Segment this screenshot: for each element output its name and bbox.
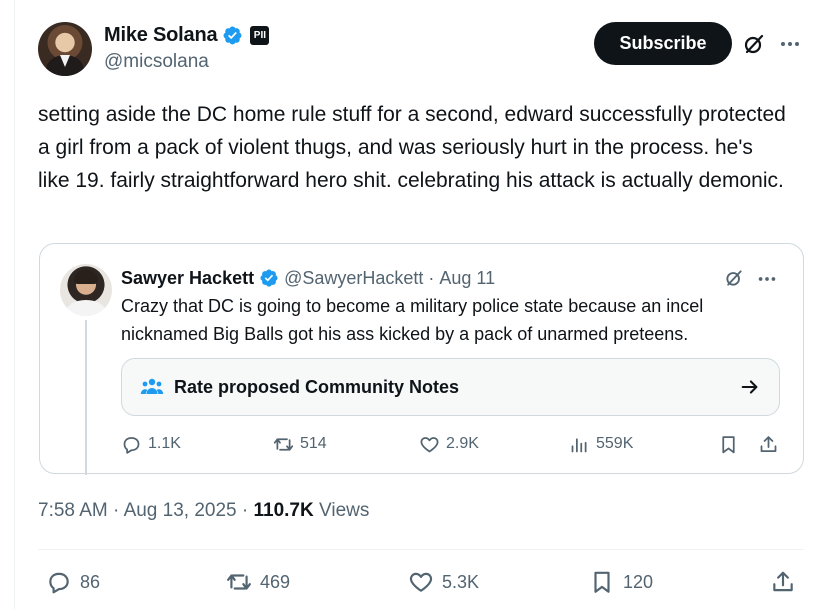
quote-grok-icon[interactable] bbox=[724, 268, 744, 288]
thread-line bbox=[85, 320, 87, 475]
people-icon bbox=[140, 378, 164, 394]
divider bbox=[38, 549, 804, 550]
tweet-timestamp: 7:58 AM · Aug 13, 2025 · 110.7K Views bbox=[38, 500, 369, 522]
share-icon bbox=[773, 571, 793, 592]
arrow-right-icon bbox=[741, 380, 758, 394]
author-name-row: Mike Solana PII bbox=[104, 22, 270, 48]
reply-icon bbox=[123, 436, 140, 454]
quote-reply-count: 1.1K bbox=[148, 435, 181, 452]
like-count: 5.3K bbox=[442, 571, 480, 592]
author-avatar[interactable] bbox=[38, 22, 92, 76]
reply-button[interactable]: 86 bbox=[46, 566, 100, 598]
heart-icon bbox=[409, 572, 433, 592]
quote-repost-count: 514 bbox=[300, 435, 327, 452]
bookmark-count: 120 bbox=[623, 571, 654, 592]
views-icon bbox=[571, 437, 587, 452]
tweet-text: setting aside the DC home rule stuff for… bbox=[38, 103, 786, 192]
quote-text: Crazy that DC is going to become a milit… bbox=[121, 296, 704, 344]
affiliation-badge[interactable]: PII bbox=[250, 25, 270, 45]
timestamp-separator-2: · bbox=[241, 500, 249, 521]
bookmark-icon bbox=[722, 435, 735, 453]
tweet-time[interactable]: 7:58 AM bbox=[38, 500, 108, 521]
reply-count: 86 bbox=[80, 571, 101, 592]
quote-like-count: 2.9K bbox=[446, 435, 479, 452]
quote-verified-badge-icon[interactable] bbox=[259, 268, 279, 288]
bookmark-button[interactable]: 120 bbox=[589, 566, 653, 598]
timestamp-separator: · bbox=[113, 500, 120, 521]
quote-reply-button[interactable]: 1.1K bbox=[121, 430, 181, 458]
quote-separator: · bbox=[428, 267, 435, 288]
heart-icon bbox=[420, 436, 439, 452]
quote-header: Sawyer Hackett @SawyerHackett · Aug 11 bbox=[121, 266, 495, 290]
quote-bookmark-button[interactable] bbox=[718, 430, 739, 458]
reply-icon bbox=[49, 572, 69, 594]
left-border bbox=[14, 0, 15, 609]
share-button[interactable] bbox=[770, 566, 796, 598]
repost-icon bbox=[273, 437, 294, 451]
more-icon[interactable] bbox=[778, 32, 802, 56]
repost-count: 469 bbox=[260, 571, 291, 592]
quote-author-avatar[interactable] bbox=[60, 264, 112, 316]
quote-more-icon[interactable] bbox=[756, 268, 778, 290]
like-button[interactable]: 5.3K bbox=[408, 566, 479, 598]
verified-badge-icon[interactable] bbox=[222, 25, 243, 46]
community-notes-label: Rate proposed Community Notes bbox=[174, 376, 460, 397]
quote-display-name[interactable]: Sawyer Hackett bbox=[121, 268, 254, 289]
quote-repost-button[interactable]: 514 bbox=[273, 430, 327, 458]
bookmark-icon bbox=[594, 571, 610, 593]
quote-views-button[interactable]: 559K bbox=[569, 430, 633, 458]
share-icon bbox=[760, 435, 777, 452]
quote-action-bar: 1.1K 514 2.9K 559K bbox=[121, 430, 781, 458]
views-label: Views bbox=[319, 500, 370, 521]
repost-icon bbox=[227, 574, 251, 590]
quote-share-button[interactable] bbox=[758, 430, 779, 458]
quoted-tweet[interactable]: Sawyer Hackett @SawyerHackett · Aug 11 C… bbox=[39, 243, 804, 475]
quote-handle[interactable]: @SawyerHackett bbox=[284, 268, 423, 289]
tweet-header: Mike Solana PII @micsolana Subscribe bbox=[38, 20, 799, 80]
grok-icon[interactable] bbox=[742, 32, 766, 56]
quote-date[interactable]: Aug 11 bbox=[439, 268, 495, 289]
subscribe-button[interactable]: Subscribe bbox=[594, 22, 732, 65]
quote-like-button[interactable]: 2.9K bbox=[419, 430, 479, 458]
views-count: 110.7K bbox=[253, 500, 314, 521]
repost-button[interactable]: 469 bbox=[226, 566, 290, 598]
quote-views-count: 559K bbox=[596, 435, 634, 452]
author-handle[interactable]: @micsolana bbox=[104, 51, 209, 73]
tweet-date[interactable]: Aug 13, 2025 bbox=[124, 500, 237, 521]
tweet-action-bar: 86 469 5.3K 120 bbox=[38, 566, 804, 598]
author-display-name[interactable]: Mike Solana bbox=[104, 24, 218, 47]
community-notes-button[interactable]: Rate proposed Community Notes bbox=[121, 358, 780, 416]
